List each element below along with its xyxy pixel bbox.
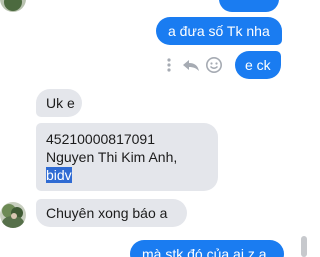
account-number-text: 45210000817091: [46, 131, 156, 147]
chat-thread: a đưa số Tk nha e ck Uk e 45210000817091…: [0, 0, 307, 257]
message-incoming[interactable]: 45210000817091 Nguyen Thi Kim Anh, bidv: [36, 123, 218, 191]
contact-avatar-cutoff[interactable]: [0, 0, 26, 12]
message-outgoing[interactable]: mà stk đó của ai z a: [130, 240, 284, 257]
selected-bank-name-text: bidv: [46, 167, 72, 183]
reply-icon[interactable]: [180, 57, 202, 73]
scrollbar-thumb[interactable]: [301, 236, 307, 257]
message-outgoing[interactable]: e ck: [235, 51, 281, 79]
more-options-icon[interactable]: [163, 57, 175, 73]
message-outgoing[interactable]: a đưa số Tk nha: [156, 17, 282, 45]
contact-avatar[interactable]: [0, 202, 26, 228]
message-text: a đưa số Tk nha: [168, 23, 270, 39]
message-outgoing-cutoff[interactable]: [219, 0, 279, 12]
message-text: e ck: [245, 57, 271, 73]
message-text: Uk e: [46, 95, 75, 111]
emoji-reaction-icon[interactable]: [205, 56, 223, 74]
message-incoming[interactable]: Chuyên xong báo a: [36, 199, 187, 227]
account-name-text: Nguyen Thi Kim Anh,: [46, 149, 178, 165]
message-incoming[interactable]: Uk e: [36, 89, 82, 117]
bank-name-line: bidv: [46, 166, 208, 184]
message-text: Chuyên xong báo a: [46, 205, 168, 221]
message-text: mà stk đó của ai z a: [142, 246, 267, 257]
